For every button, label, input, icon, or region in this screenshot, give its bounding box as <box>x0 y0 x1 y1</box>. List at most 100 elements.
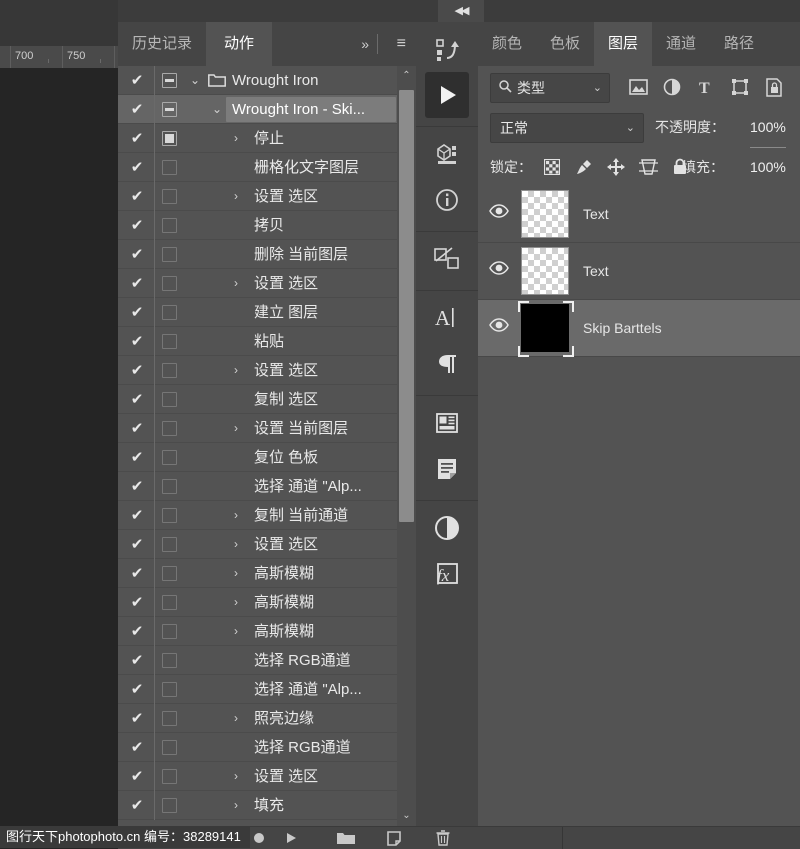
eye-visibility-icon[interactable] <box>489 204 509 224</box>
shape-layer-icon[interactable] <box>728 76 752 98</box>
dialog-toggle[interactable] <box>162 450 177 465</box>
chevron-down-icon[interactable]: ⌄ <box>593 74 602 102</box>
opacity-value[interactable]: 100% <box>750 108 786 148</box>
actions-scrollbar[interactable]: ⌃ ⌄ <box>397 66 416 826</box>
action-enabled-checkmark[interactable]: ✔ <box>126 414 148 443</box>
dialog-toggle[interactable] <box>162 218 177 233</box>
chevron-down-icon[interactable]: ⌄ <box>626 114 635 142</box>
play-icon[interactable] <box>278 829 304 847</box>
action-row[interactable]: ✔ 选择 RGB通道 <box>118 646 416 675</box>
action-row[interactable]: ✔ 删除 当前图层 <box>118 240 416 269</box>
layer-row[interactable]: Text <box>478 186 800 243</box>
adjustment-layer-icon[interactable] <box>660 76 684 98</box>
dialog-toggle[interactable] <box>162 363 177 378</box>
action-enabled-checkmark[interactable]: ✔ <box>126 733 148 762</box>
action-enabled-checkmark[interactable]: ✔ <box>126 762 148 791</box>
tab-actions[interactable]: 动作 <box>206 22 272 66</box>
new-action-icon[interactable] <box>381 829 407 847</box>
action-row[interactable]: ✔ › 高斯模糊 <box>118 559 416 588</box>
dialog-toggle[interactable] <box>162 392 177 407</box>
action-row[interactable]: ✔ › 填充 <box>118 791 416 820</box>
action-row[interactable]: ✔ ⌄ Wrought Iron <box>118 66 416 95</box>
action-enabled-checkmark[interactable]: ✔ <box>126 791 148 820</box>
dialog-toggle[interactable] <box>162 595 177 610</box>
action-row[interactable]: ✔ › 设置 当前图层 <box>118 414 416 443</box>
tab-layers[interactable]: 图层 <box>594 22 652 66</box>
action-row[interactable]: ✔ 栅格化文字图层 <box>118 153 416 182</box>
blend-mode-select[interactable]: 正常 ⌄ <box>490 113 644 143</box>
tab-paths[interactable]: 路径 <box>710 22 768 66</box>
layer-row[interactable]: Skip Barttels <box>478 300 800 357</box>
expand-twisty-icon[interactable]: › <box>234 269 238 298</box>
fill-value[interactable]: 100% <box>750 148 786 188</box>
action-enabled-checkmark[interactable]: ✔ <box>126 298 148 327</box>
action-enabled-checkmark[interactable]: ✔ <box>126 588 148 617</box>
action-row[interactable]: ✔ › 照亮边缘 <box>118 704 416 733</box>
action-row[interactable]: ✔ 拷贝 <box>118 211 416 240</box>
action-enabled-checkmark[interactable]: ✔ <box>126 675 148 704</box>
scroll-up-icon[interactable]: ⌃ <box>397 68 416 84</box>
action-row[interactable]: ✔ › 设置 选区 <box>118 530 416 559</box>
expand-twisty-icon[interactable]: › <box>234 356 238 385</box>
action-enabled-checkmark[interactable]: ✔ <box>126 182 148 211</box>
3d-icon[interactable] <box>425 131 469 177</box>
collapse-panels-button[interactable]: ◀◀ <box>438 0 484 22</box>
expand-twisty-icon[interactable]: › <box>234 704 238 733</box>
tab-swatches[interactable]: 色板 <box>536 22 594 66</box>
delete-icon[interactable] <box>430 829 456 847</box>
action-enabled-checkmark[interactable]: ✔ <box>126 704 148 733</box>
dialog-toggle[interactable] <box>162 189 177 204</box>
canvas-document[interactable] <box>0 68 118 848</box>
character-icon[interactable]: A <box>425 295 469 341</box>
new-set-icon[interactable] <box>333 829 359 847</box>
action-enabled-checkmark[interactable]: ✔ <box>126 269 148 298</box>
dialog-toggle[interactable] <box>162 305 177 320</box>
action-enabled-checkmark[interactable]: ✔ <box>126 153 148 182</box>
action-row[interactable]: ✔ 选择 RGB通道 <box>118 733 416 762</box>
expand-twisty-icon[interactable]: › <box>234 182 238 211</box>
action-enabled-checkmark[interactable]: ✔ <box>126 66 148 95</box>
layout-icon[interactable] <box>425 400 469 446</box>
action-enabled-checkmark[interactable]: ✔ <box>126 211 148 240</box>
action-row[interactable]: ✔ › 停止 <box>118 124 416 153</box>
dialog-toggle[interactable] <box>162 479 177 494</box>
layer-row[interactable]: Text <box>478 243 800 300</box>
action-enabled-checkmark[interactable]: ✔ <box>126 501 148 530</box>
action-list[interactable]: ✔ ⌄ Wrought Iron ✔ ⌄ Wrought Iron - Ski... ✔ › 停… <box>118 66 416 826</box>
action-row[interactable]: ✔ ⌄ Wrought Iron - Ski... <box>118 95 416 124</box>
dialog-toggle[interactable] <box>162 102 177 117</box>
action-row[interactable]: ✔ 粘贴 <box>118 327 416 356</box>
action-enabled-checkmark[interactable]: ✔ <box>126 530 148 559</box>
action-enabled-checkmark[interactable]: ✔ <box>126 617 148 646</box>
type-layer-icon[interactable]: T <box>694 76 718 98</box>
pixel-layer-icon[interactable] <box>626 76 650 98</box>
action-enabled-checkmark[interactable]: ✔ <box>126 646 148 675</box>
action-enabled-checkmark[interactable]: ✔ <box>126 240 148 269</box>
dialog-toggle[interactable] <box>162 711 177 726</box>
dialog-toggle[interactable] <box>162 276 177 291</box>
lock-artboard-icon[interactable] <box>637 157 659 177</box>
dialog-toggle[interactable] <box>162 160 177 175</box>
action-row[interactable]: ✔ 选择 通道 "Alp... <box>118 675 416 704</box>
expand-twisty-icon[interactable]: › <box>234 530 238 559</box>
fx-icon[interactable]: fx <box>425 551 469 597</box>
panel-menu-icon[interactable]: ≡ <box>397 22 406 66</box>
action-row[interactable]: ✔ › 复制 当前通道 <box>118 501 416 530</box>
dialog-toggle[interactable] <box>162 769 177 784</box>
expand-twisty-icon[interactable]: › <box>234 414 238 443</box>
eye-visibility-icon[interactable] <box>489 261 509 281</box>
dialog-toggle[interactable] <box>162 508 177 523</box>
action-row[interactable]: ✔ 复位 色板 <box>118 443 416 472</box>
dialog-toggle[interactable] <box>162 334 177 349</box>
actions-icon[interactable] <box>425 26 469 72</box>
layer-thumbnail[interactable] <box>521 247 569 295</box>
lock-position-icon[interactable] <box>605 157 627 177</box>
dialog-toggle[interactable] <box>162 537 177 552</box>
horizontal-ruler[interactable]: 700 750 <box>0 46 118 69</box>
tab-history[interactable]: 历史记录 <box>118 22 206 66</box>
action-row[interactable]: ✔ 复制 选区 <box>118 385 416 414</box>
path-select-icon[interactable] <box>425 236 469 282</box>
play-icon[interactable] <box>425 72 469 118</box>
eye-visibility-icon[interactable] <box>489 318 509 338</box>
action-row[interactable]: ✔ 建立 图层 <box>118 298 416 327</box>
